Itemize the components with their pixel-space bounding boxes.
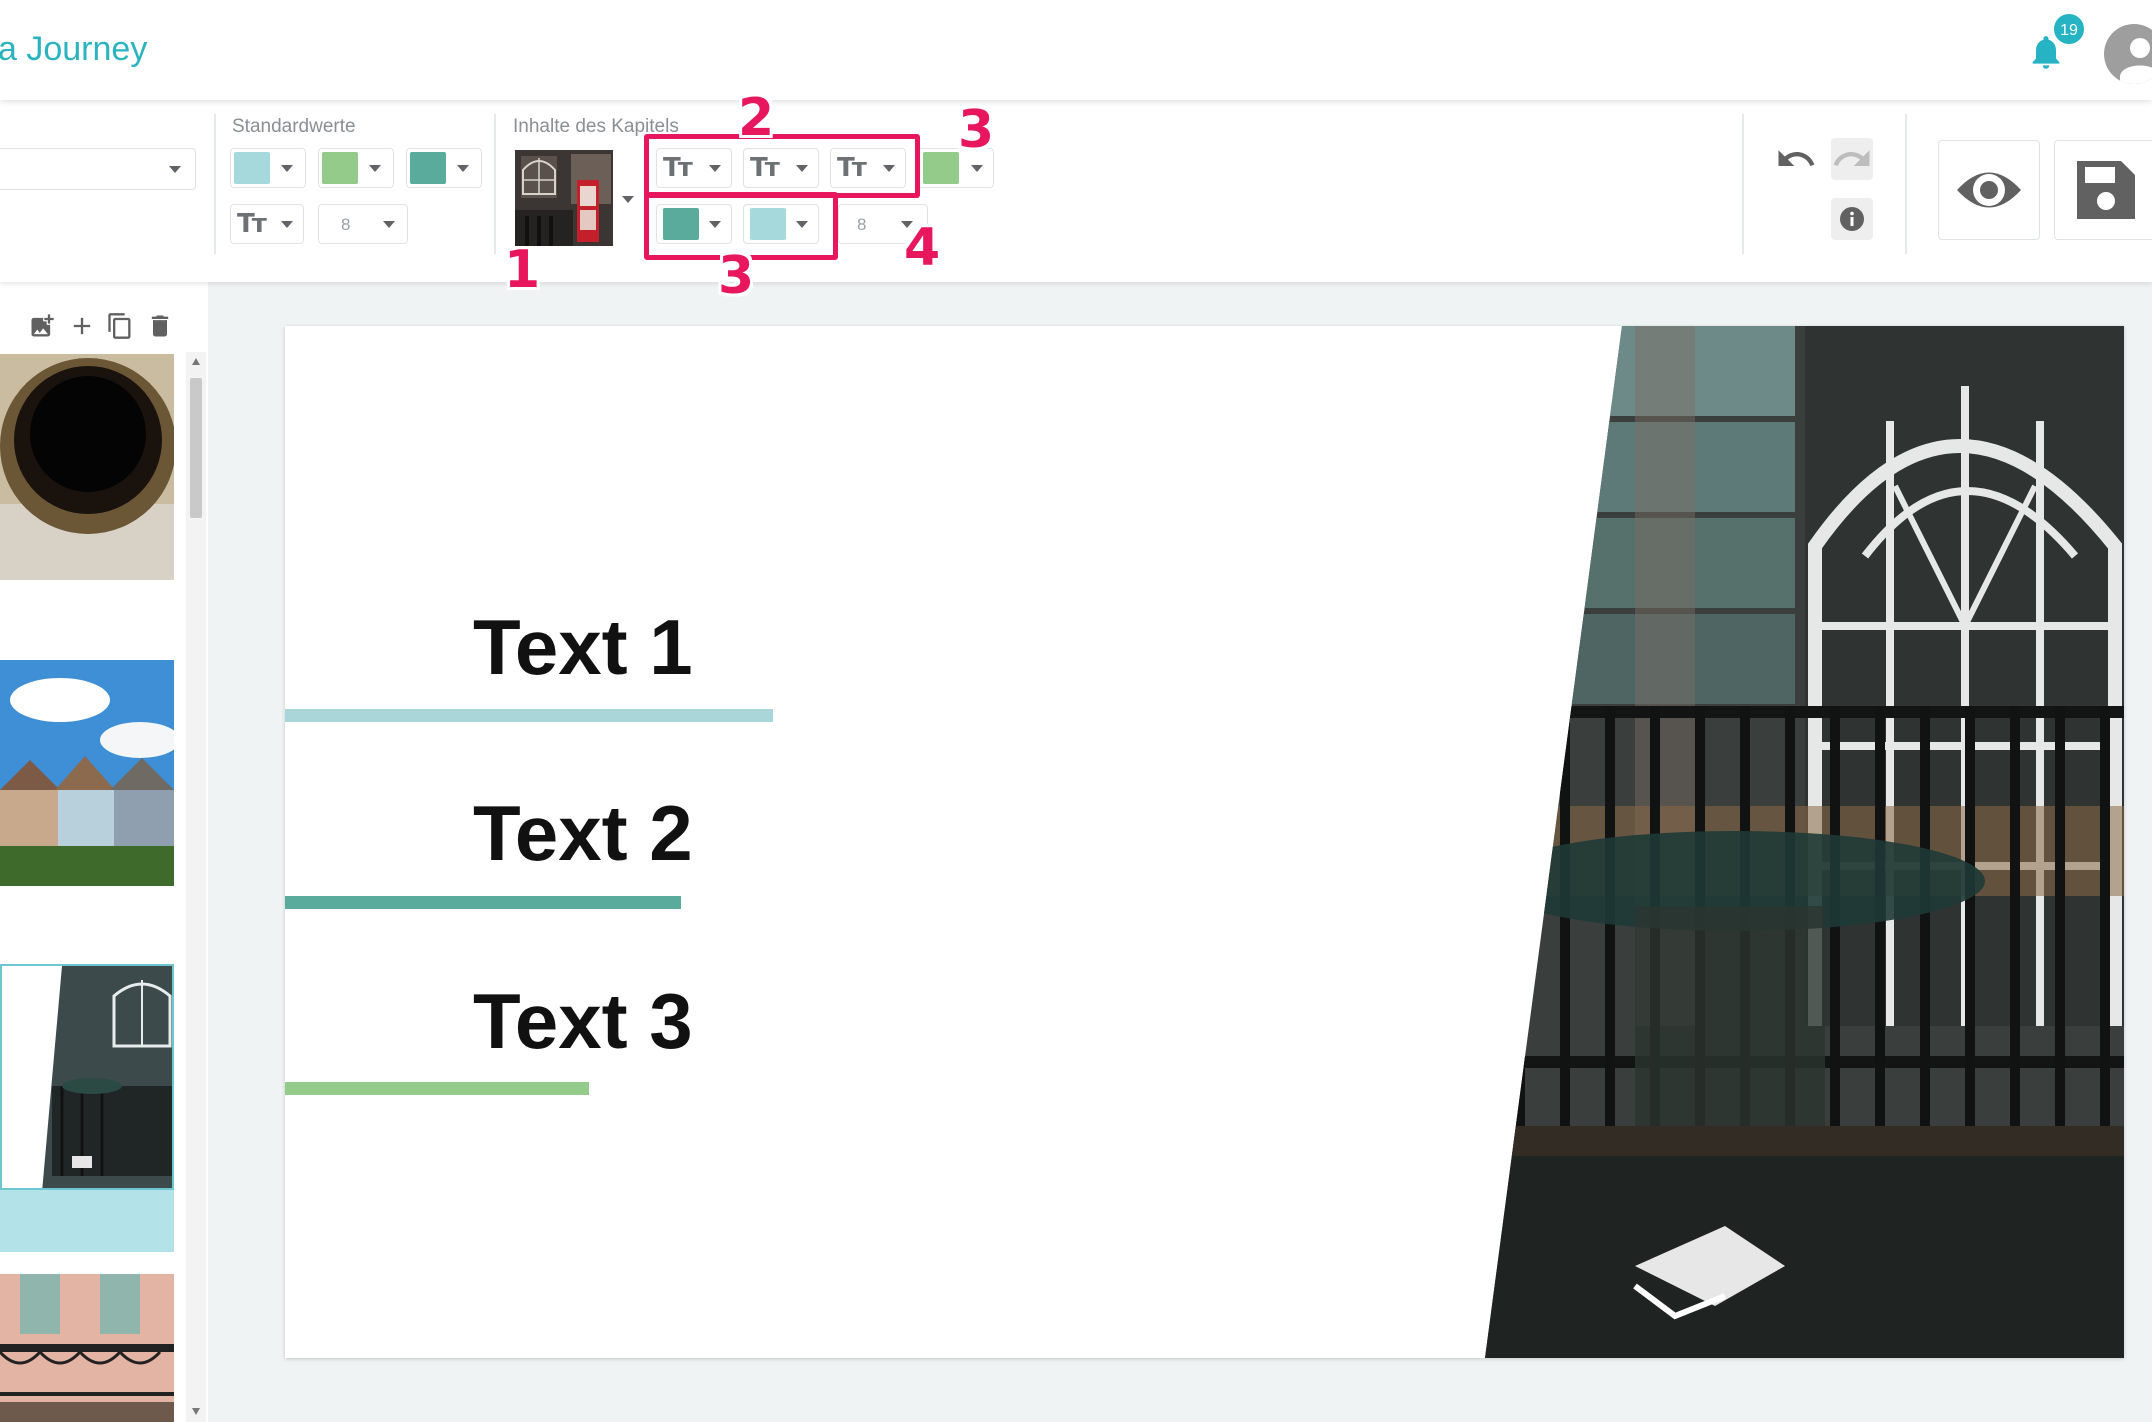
standard-color-2-dropdown[interactable]	[318, 148, 394, 188]
eye-icon	[1957, 172, 2021, 208]
standard-size-value: 8	[341, 215, 351, 234]
notification-badge: 19	[2052, 12, 2086, 46]
color-swatch-light-blue	[234, 152, 270, 184]
scroll-up-icon[interactable]	[192, 358, 200, 365]
slides-panel	[0, 282, 208, 1422]
toolbar-divider	[1742, 114, 1744, 254]
chevron-down-icon	[369, 165, 381, 172]
annotation-3-top: 3	[958, 100, 995, 160]
slide-text-3[interactable]: Text 3	[473, 976, 693, 1067]
user-avatar[interactable]	[2104, 24, 2152, 84]
chevron-down-icon	[457, 165, 469, 172]
add-slide-icon[interactable]	[68, 312, 96, 340]
slide-thumbnail-active[interactable]	[0, 964, 174, 1190]
toolbar-divider	[494, 114, 496, 254]
toolbar-divider	[214, 114, 216, 254]
chevron-down-icon[interactable]	[622, 196, 634, 203]
chevron-down-icon	[971, 165, 983, 172]
slide-thumbnail[interactable]	[0, 354, 174, 580]
preview-button[interactable]	[1938, 140, 2040, 240]
slides-scrollbar-thumb[interactable]	[190, 378, 202, 518]
annotation-3-bottom: 3	[718, 246, 755, 306]
standard-color-3-dropdown[interactable]	[406, 148, 482, 188]
annotation-4: 4	[904, 218, 941, 278]
info-button[interactable]	[1831, 198, 1873, 240]
slide-text-2[interactable]: Text 2	[473, 788, 693, 879]
app-title[interactable]: a Journey	[0, 30, 147, 69]
slide-text-1[interactable]: Text 1	[473, 602, 693, 693]
color-swatch-light-green	[322, 152, 358, 184]
duplicate-slide-icon[interactable]	[106, 312, 134, 340]
chevron-down-icon	[383, 221, 395, 228]
color-swatch-light-green	[923, 152, 959, 184]
standard-size-dropdown[interactable]: 8	[318, 204, 408, 244]
info-icon	[1840, 207, 1864, 231]
slide-bar-1	[285, 709, 773, 722]
color-swatch-teal	[410, 152, 446, 184]
slide-canvas[interactable]: Text 1 Text 2 Text 3	[285, 326, 2124, 1358]
standard-font-dropdown[interactable]: Tт	[230, 204, 304, 244]
slide-bar-2	[285, 896, 681, 909]
standard-color-1-dropdown[interactable]	[230, 148, 306, 188]
standard-section-label: Standardwerte	[232, 116, 356, 137]
scroll-down-icon[interactable]	[192, 1408, 200, 1415]
toolbar-divider	[1905, 114, 1907, 254]
slides-panel-actions	[0, 282, 208, 352]
editor-toolbar: Standardwerte Tт 8 Inhalte des Kapitels	[0, 100, 2152, 282]
person-icon	[2120, 38, 2152, 84]
font-size-icon: Tт	[237, 209, 267, 239]
chevron-down-icon	[169, 166, 181, 173]
chapter-size-value: 8	[857, 215, 867, 234]
add-image-icon[interactable]	[28, 312, 56, 340]
chevron-down-icon	[281, 221, 293, 228]
app-header: a Journey 19	[0, 0, 2152, 100]
slide-background-photo	[1485, 326, 2124, 1358]
undo-icon	[1778, 150, 1815, 166]
chapter-background-image[interactable]	[515, 150, 613, 246]
annotation-1: 1	[504, 240, 541, 300]
annotation-2: 2	[738, 88, 775, 148]
slide-thumbnail[interactable]	[0, 1274, 174, 1422]
save-button[interactable]	[2054, 140, 2152, 240]
delete-slide-icon[interactable]	[146, 312, 174, 340]
redo-button[interactable]	[1831, 138, 1873, 180]
slide-thumbnail[interactable]	[0, 660, 174, 886]
highlight-box-2	[644, 134, 920, 198]
undo-button[interactable]	[1775, 138, 1817, 180]
active-slide-strip[interactable]	[0, 1190, 174, 1252]
slide-bar-3	[285, 1082, 589, 1095]
redo-icon	[1833, 150, 1870, 166]
save-icon	[2077, 161, 2135, 219]
layout-select[interactable]	[0, 148, 196, 190]
chevron-down-icon	[281, 165, 293, 172]
